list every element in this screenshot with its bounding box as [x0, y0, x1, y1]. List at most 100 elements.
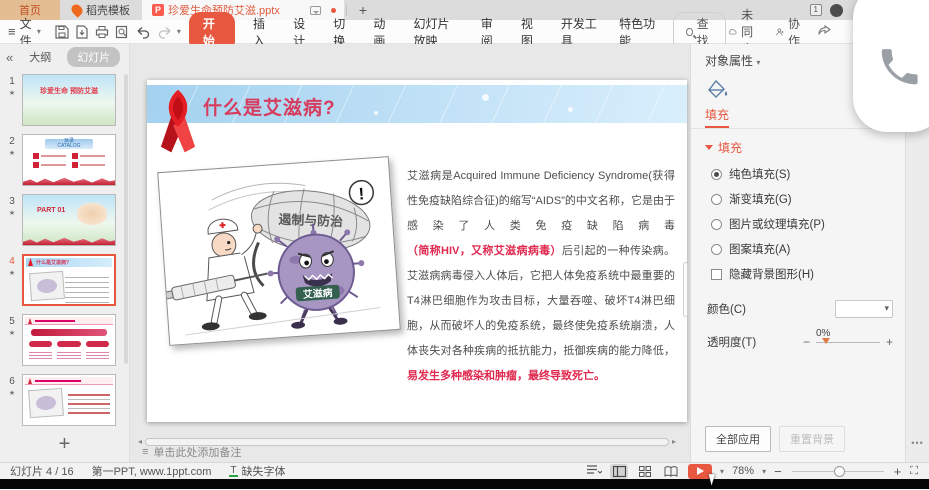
radio-icon	[711, 169, 722, 180]
sidebar-scrollbar[interactable]	[124, 74, 128, 364]
zoom-slider-knob[interactable]	[834, 466, 845, 477]
thumb1-title: 珍爱生命 预防艾滋	[23, 87, 115, 96]
add-slide-button[interactable]: +	[0, 433, 129, 456]
transparency-label: 透明度(T)	[707, 334, 777, 350]
missing-font-label: 缺失字体	[242, 463, 286, 479]
undo-button[interactable]	[135, 23, 151, 40]
option-pattern-fill[interactable]: 图案填充(A)	[711, 241, 893, 257]
status-bar: 幻灯片 4 / 16 第一PPT, www.1ppt.com T 缺失字体	[0, 462, 929, 479]
radio-icon	[711, 219, 722, 230]
option-picture-texture-fill[interactable]: 图片或纹理填充(P)	[711, 216, 893, 232]
tab-docer-templates[interactable]: 稻壳模板	[60, 0, 142, 20]
mouse-cursor	[709, 472, 718, 485]
share-arrow-icon	[818, 24, 831, 36]
redo-button[interactable]	[157, 23, 173, 40]
animation-star-icon: ★	[9, 89, 15, 97]
notes-placeholder[interactable]: 单击此处添加备注	[153, 444, 241, 460]
slide-body-text[interactable]: 艾滋病是Acquired Immune Deficiency Syndrome(…	[407, 164, 675, 389]
toolbar-options-icon[interactable]: ▾	[177, 27, 181, 36]
normal-view-button[interactable]	[610, 464, 628, 479]
body-segment: 艾滋病是Acquired Immune Deficiency Syndrome(…	[407, 170, 675, 232]
color-label: 颜色(C)	[707, 301, 777, 317]
phone-overlay-card[interactable]	[853, 0, 929, 132]
animation-star-icon: ★	[9, 329, 15, 337]
color-dropdown[interactable]	[835, 300, 893, 318]
body-segment-red: （简称HIV，又称艾滋病病毒）	[407, 245, 562, 257]
option-label: 渐变填充(G)	[729, 191, 792, 207]
ribbon-bar: ≡ 文件 ▾ ▾ 开始 插入 设计 切换 动画 幻灯片放映 审阅 视图 开发工具	[0, 20, 929, 44]
print-preview-button[interactable]	[115, 23, 129, 40]
slide-sorter-view-button[interactable]	[636, 464, 654, 479]
animation-star-icon: ★	[9, 269, 15, 277]
comment-bubble-icon[interactable]	[310, 6, 321, 15]
transparency-slider-handle[interactable]	[822, 338, 830, 344]
fit-to-window-button[interactable]: ⛶	[909, 464, 919, 479]
cartoon-image[interactable]: 遏制与防治 !	[157, 156, 401, 346]
fill-section-header[interactable]: 填充	[705, 139, 893, 156]
option-label: 图片或纹理填充(P)	[729, 216, 825, 232]
slide-thumbnail-2[interactable]: 2★ 目录CATALOG	[2, 134, 124, 186]
net-label: 遏制与防治	[278, 212, 343, 229]
transparency-slider[interactable]: 0%	[816, 342, 880, 343]
option-label: 隐藏背景图形(H)	[729, 266, 814, 282]
bottom-black-strip	[0, 479, 929, 489]
slideshow-options-icon[interactable]: ▾	[720, 467, 724, 476]
wps-presentation-window: 首页 稻壳模板 P 珍爱生命预防艾滋.pptx + 1 ≡ 文件 ▾	[0, 0, 929, 490]
reset-background-button: 重置背景	[779, 426, 845, 452]
zoom-out-button[interactable]: −	[774, 464, 782, 479]
thumbnail-list: 1★ 珍爱生命 预防艾滋 2★ 目录CATALOG 3★ PART 01 4★	[0, 70, 124, 426]
document-footer-text: 第一PPT, www.1ppt.com	[92, 463, 212, 479]
option-hide-background-graphics[interactable]: 隐藏背景图形(H)	[711, 266, 893, 282]
transparency-plus-button[interactable]: +	[886, 335, 893, 349]
slide-panel: « 大纲 幻灯片 1★ 珍爱生命 预防艾滋 2★ 目录CATALOG	[0, 44, 130, 462]
tab-docer-label: 稻壳模板	[86, 2, 130, 18]
search-icon	[686, 28, 692, 36]
export-pdf-button[interactable]	[75, 23, 89, 40]
thumb3-title: PART 01	[37, 207, 65, 214]
hamburger-icon: ≡	[8, 24, 16, 39]
transparency-minus-button[interactable]: −	[803, 335, 810, 349]
tab-outline[interactable]: 大纲	[23, 47, 57, 67]
slide-title[interactable]: 什么是艾滋病?	[203, 93, 336, 120]
animation-star-icon: ★	[9, 389, 15, 397]
tab-slides[interactable]: 幻灯片	[67, 47, 120, 67]
slide-number: 2	[9, 136, 15, 147]
slide-thumbnail-3[interactable]: 3★ PART 01	[2, 194, 124, 246]
print-button[interactable]	[95, 23, 109, 40]
slide-number: 1	[9, 76, 15, 87]
save-button[interactable]	[55, 23, 69, 40]
zoom-dropdown-icon[interactable]: ▾	[762, 467, 766, 476]
share-button[interactable]	[818, 24, 831, 39]
slide-number: 4	[9, 256, 15, 267]
slide-thumbnail-6[interactable]: 6★	[2, 374, 124, 426]
play-icon	[697, 467, 704, 475]
apply-all-button[interactable]: 全部应用	[705, 426, 771, 452]
zoom-slider[interactable]	[792, 471, 884, 472]
slide-thumbnail-5[interactable]: 5★	[2, 314, 124, 366]
thumb4-title: 什么是艾滋病?	[36, 259, 69, 266]
zoom-in-button[interactable]: +	[894, 464, 902, 479]
person-plus-icon	[776, 26, 784, 38]
slide-number: 5	[9, 316, 15, 327]
slide-thumbnail-4-selected[interactable]: 4 ★ 什么是艾滋病?	[2, 254, 124, 306]
vertical-scrollbar[interactable]	[683, 262, 688, 317]
body-segment: 后引起的一种传染病。艾滋病病毒侵入人体后，它把人体免疫系统中最重要的T4淋巴细胞…	[407, 245, 675, 357]
current-slide[interactable]: 什么是艾滋病? 遏制与防治 !	[147, 80, 687, 422]
tab-fill[interactable]: 填充	[705, 106, 729, 128]
animation-star-icon: ★	[9, 209, 15, 217]
play-slideshow-button[interactable]	[688, 464, 712, 479]
notes-bar[interactable]: ≡ 单击此处添加备注	[130, 442, 690, 462]
more-tools-button[interactable]: •••	[906, 438, 929, 448]
animation-star-icon: ★	[9, 149, 15, 157]
chevron-down-icon: ▾	[756, 58, 760, 67]
reading-view-button[interactable]	[662, 464, 680, 479]
zoom-level[interactable]: 78%	[732, 465, 754, 477]
notes-toggle-button[interactable]	[586, 464, 602, 478]
slide-number: 6	[9, 376, 15, 387]
slide-thumbnail-1[interactable]: 1 ★ 珍爱生命 预防艾滋	[2, 74, 124, 126]
cloud-icon	[728, 26, 737, 37]
option-gradient-fill[interactable]: 渐变填充(G)	[711, 191, 893, 207]
missing-font-warning[interactable]: T 缺失字体	[229, 463, 285, 479]
collapse-sidebar-button[interactable]: «	[6, 50, 13, 65]
option-solid-fill[interactable]: 纯色填充(S)	[711, 166, 893, 182]
